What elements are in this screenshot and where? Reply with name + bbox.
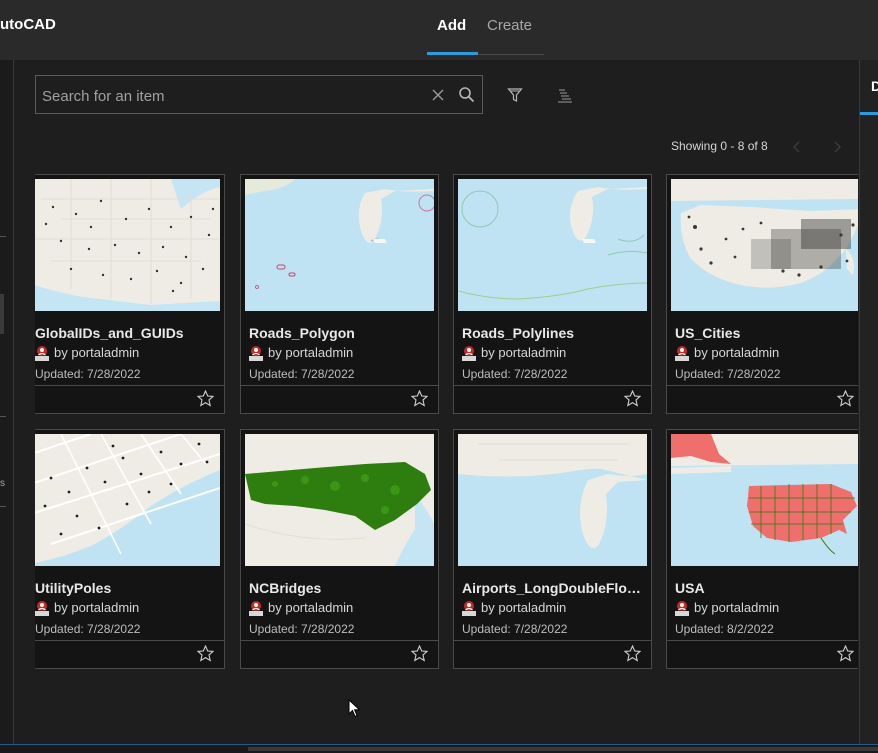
user-icon — [35, 601, 49, 616]
user-icon — [249, 346, 263, 361]
left-rail: s — [0, 60, 14, 752]
item-thumbnail — [35, 179, 220, 311]
star-icon[interactable] — [624, 390, 641, 407]
item-updated: Updated: 7/28/2022 — [249, 367, 355, 381]
top-bar: utoCAD Add Create — [0, 0, 878, 60]
us-cities-map — [671, 179, 858, 311]
item-title: Roads_Polygon — [249, 325, 355, 341]
star-icon[interactable] — [837, 390, 854, 407]
horizontal-scrollbar[interactable] — [248, 747, 878, 751]
owner-name: by portaladmin — [54, 345, 140, 360]
user-icon — [675, 346, 689, 361]
star-icon[interactable] — [197, 390, 214, 407]
item-updated: Updated: 7/28/2022 — [35, 622, 141, 636]
tab-baseline — [478, 54, 544, 55]
tab-add[interactable]: Add — [437, 17, 466, 34]
rail-clipped-label: s — [0, 478, 5, 489]
card-divider — [667, 385, 858, 386]
item-thumbnail — [671, 434, 858, 566]
item-thumbnail — [671, 179, 858, 311]
owner-name: by portaladmin — [481, 345, 567, 360]
item-title: Airports_LongDoubleFloat... — [462, 580, 644, 596]
florida-basemap — [458, 434, 647, 566]
us-points-map — [35, 179, 220, 311]
item-updated: Updated: 7/28/2022 — [249, 622, 355, 636]
owner-name: by portaladmin — [694, 600, 780, 615]
chevron-right-icon[interactable] — [832, 140, 842, 154]
owner-name: by portaladmin — [268, 600, 354, 615]
item-thumbnail — [458, 434, 647, 566]
user-icon — [462, 346, 476, 361]
user-icon — [35, 346, 49, 361]
star-icon[interactable] — [411, 390, 428, 407]
item-thumbnail — [245, 434, 434, 566]
right-panel-tab-indicator — [860, 112, 878, 115]
owner-name: by portaladmin — [481, 600, 567, 615]
item-title: US_Cities — [675, 325, 741, 341]
item-thumbnail — [35, 434, 220, 566]
item-updated: Updated: 7/28/2022 — [35, 367, 141, 381]
card-divider — [454, 640, 651, 641]
item-title: Roads_Polylines — [462, 325, 575, 341]
item-updated: Updated: 7/28/2022 — [462, 367, 568, 381]
clear-icon[interactable] — [430, 87, 446, 103]
card-divider — [35, 385, 224, 386]
card-divider — [35, 640, 224, 641]
active-tab-indicator — [427, 52, 478, 55]
item-grid: GlobalIDs_and_GUIDs by portaladmin Updat… — [35, 170, 858, 680]
card-divider — [454, 385, 651, 386]
city-streets-map — [35, 434, 220, 566]
user-icon — [249, 601, 263, 616]
search-icon[interactable] — [458, 86, 476, 104]
mouse-pointer-icon — [348, 699, 361, 718]
usa-states-map — [671, 434, 858, 566]
item-updated: Updated: 7/28/2022 — [462, 622, 568, 636]
florida-lines-map — [458, 179, 647, 311]
owner-name: by portaladmin — [54, 600, 140, 615]
florida-polygons-map — [245, 179, 434, 311]
chevron-left-icon[interactable] — [792, 140, 802, 154]
item-card[interactable]: Roads_Polygon by portaladmin Updated: 7/… — [240, 174, 439, 414]
card-divider — [241, 640, 438, 641]
filter-icon[interactable] — [507, 87, 523, 103]
rail-divider — [0, 416, 6, 417]
search-box — [35, 75, 483, 114]
item-title: GlobalIDs_and_GUIDs — [35, 325, 184, 341]
item-card[interactable]: USA by portaladmin Updated: 8/2/2022 — [666, 429, 858, 669]
user-icon — [675, 601, 689, 616]
rail-selected-item[interactable] — [0, 294, 4, 334]
item-card[interactable]: US_Cities by portaladmin Updated: 7/28/2… — [666, 174, 858, 414]
item-card[interactable]: Roads_Polylines by portaladmin Updated: … — [453, 174, 652, 414]
item-title: USA — [675, 580, 705, 596]
item-card[interactable]: Airports_LongDoubleFloat... by portaladm… — [453, 429, 652, 669]
owner-name: by portaladmin — [694, 345, 780, 360]
item-updated: Updated: 7/28/2022 — [675, 367, 781, 381]
search-input[interactable] — [40, 84, 424, 108]
item-title: UtilityPoles — [35, 580, 112, 596]
tab-create[interactable]: Create — [487, 17, 532, 34]
sort-icon[interactable] — [557, 87, 573, 103]
item-card[interactable]: UtilityPoles by portaladmin Updated: 7/2… — [35, 429, 225, 669]
item-title: NCBridges — [249, 580, 322, 596]
right-panel: D — [859, 60, 878, 752]
owner-name: by portaladmin — [268, 345, 354, 360]
user-icon — [462, 601, 476, 616]
results-count: Showing 0 - 8 of 8 — [671, 139, 768, 153]
card-divider — [241, 385, 438, 386]
star-icon[interactable] — [411, 645, 428, 662]
rail-divider — [0, 506, 6, 507]
star-icon[interactable] — [624, 645, 641, 662]
item-updated: Updated: 8/2/2022 — [675, 622, 774, 636]
item-thumbnail — [245, 179, 434, 311]
card-divider — [667, 640, 858, 641]
item-thumbnail — [458, 179, 647, 311]
star-icon[interactable] — [837, 645, 854, 662]
rail-divider — [0, 236, 6, 237]
item-card[interactable]: GlobalIDs_and_GUIDs by portaladmin Updat… — [35, 174, 225, 414]
star-icon[interactable] — [197, 645, 214, 662]
app-title: utoCAD — [0, 16, 56, 33]
nc-bridges-map — [245, 434, 434, 566]
right-panel-tab[interactable]: D — [871, 78, 878, 94]
item-card[interactable]: NCBridges by portaladmin Updated: 7/28/2… — [240, 429, 439, 669]
